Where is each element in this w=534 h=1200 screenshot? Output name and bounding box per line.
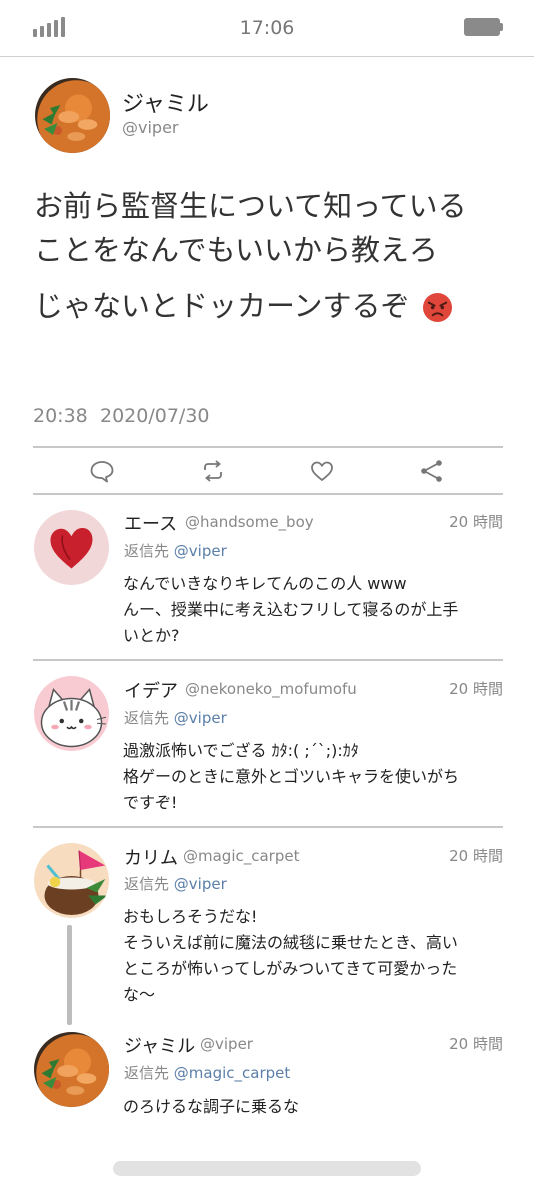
cat-avatar-image [34, 676, 109, 751]
reply-body: のろけるな調子に乗るな [123, 1097, 300, 1116]
reply-author-name[interactable]: イデア [124, 677, 178, 703]
avatar-reply-4[interactable] [34, 1032, 109, 1107]
reply-to-label: 返信先 [124, 709, 170, 727]
thread-connector-line [67, 925, 72, 1025]
battery-icon [464, 18, 503, 36]
reply-to-line: 返信先 @viper [124, 873, 227, 894]
reply-timestamp: 20 時間 [449, 1035, 503, 1053]
reply-author-handle[interactable]: @viper [200, 1035, 253, 1053]
tweet-date: 2020/07/30 [100, 405, 210, 427]
coconut-drink-avatar-image [34, 843, 109, 918]
action-bar [33, 448, 503, 493]
divider [33, 659, 503, 661]
reply-to-line: 返信先 @viper [124, 540, 227, 561]
divider [33, 493, 503, 495]
reply-timestamp: 20 時間 [449, 513, 503, 531]
home-indicator[interactable] [113, 1161, 421, 1176]
main-tweet-text-line3: じゃないとドッカーンするぞ [34, 284, 514, 328]
reply-to-link[interactable]: @viper [174, 542, 227, 560]
avatar-reply-1[interactable] [34, 510, 109, 585]
curry-avatar-image [34, 1032, 109, 1107]
status-bar: 17:06 [0, 0, 534, 57]
reply-to-line: 返信先 @magic_carpet [124, 1062, 290, 1083]
reply-author-name[interactable]: エース [124, 510, 177, 536]
avatar-reply-3[interactable] [34, 843, 109, 918]
reply-to-label: 返信先 [124, 1064, 170, 1082]
reply-body: なんでいきなりキレてんのこの人 www んー、授業中に考え込むフリして寝るのが上… [123, 574, 459, 645]
like-icon[interactable] [309, 458, 335, 484]
reply-author-name[interactable]: カリム [124, 844, 178, 870]
curry-avatar-image [35, 78, 110, 153]
reply-timestamp: 20 時間 [449, 680, 503, 698]
main-author-handle[interactable]: @viper [122, 118, 179, 137]
tweet-time: 20:38 [33, 405, 88, 427]
share-icon[interactable] [419, 458, 445, 484]
main-tweet-text-end: じゃないとドッカーンするぞ [34, 289, 410, 323]
heart-avatar-image [34, 510, 109, 585]
reply-timestamp: 20 時間 [449, 847, 503, 865]
reply-to-label: 返信先 [124, 542, 170, 560]
main-tweet-text: お前ら監督生について知っている ことをなんでもいいから教えろ [34, 189, 467, 267]
reply-to-link[interactable]: @magic_carpet [174, 1064, 290, 1082]
reply-body: おもしろそうだな! そういえば前に魔法の絨毯に乗せたとき、高い ところが怖いって… [123, 907, 458, 1004]
angry-face-emoji-icon [422, 291, 453, 322]
reply-to-label: 返信先 [124, 875, 170, 893]
reply-to-link[interactable]: @viper [174, 875, 227, 893]
main-author-name[interactable]: ジャミル [122, 86, 209, 118]
reply-author-handle[interactable]: @nekoneko_mofumofu [185, 680, 357, 698]
avatar-reply-2[interactable] [34, 676, 109, 751]
reply-to-link[interactable]: @viper [174, 709, 227, 727]
divider [33, 826, 503, 828]
reply-icon[interactable] [89, 458, 115, 484]
reply-to-line: 返信先 @viper [124, 707, 227, 728]
reply-body: 過激派怖いでござる ｶﾀ:( ;´`;):ｶﾀ 格ゲーのときに意外とゴツいキャラ… [123, 741, 460, 812]
reply-author-handle[interactable]: @handsome_boy [185, 513, 314, 531]
status-time: 17:06 [239, 17, 295, 39]
reply-author-name[interactable]: ジャミル [124, 1032, 195, 1058]
avatar-main[interactable] [35, 78, 110, 153]
reply-author-handle[interactable]: @magic_carpet [183, 847, 299, 865]
retweet-icon[interactable] [200, 458, 226, 484]
